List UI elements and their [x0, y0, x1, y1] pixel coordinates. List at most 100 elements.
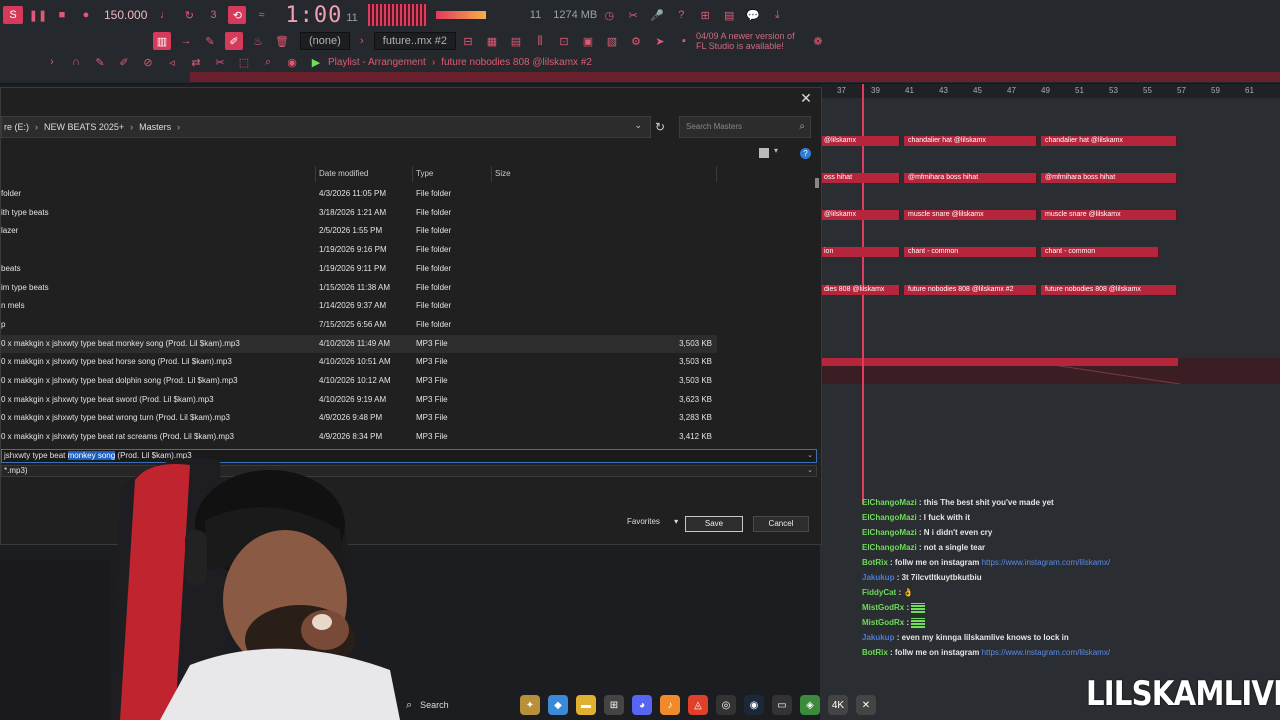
playlist-clip[interactable]: future nobodies 808 @lilskamx — [1041, 285, 1177, 295]
metronome-icon[interactable]: ♩ — [156, 6, 174, 24]
delete-icon[interactable]: 🗑 — [273, 32, 291, 50]
paint-icon[interactable]: ♨ — [249, 32, 267, 50]
capcut-icon[interactable]: ✕ — [856, 695, 876, 715]
countdown-icon[interactable]: 3 — [204, 6, 222, 24]
column-divider[interactable] — [716, 166, 717, 182]
zoom-tool-icon[interactable]: ⌕ — [259, 53, 277, 71]
chat-username[interactable]: MistGodRx — [862, 603, 904, 612]
pencil-icon[interactable]: ✎ — [201, 32, 219, 50]
history-icon[interactable]: ◷ — [600, 6, 618, 24]
playlist-clip[interactable]: @mfmihara boss hihat — [1041, 173, 1177, 183]
store-icon[interactable]: ⊞ — [604, 695, 624, 715]
file-row[interactable]: 0 x makkgin x jshxwty type beat sword (P… — [1, 391, 717, 409]
pattern-menu-icon[interactable]: ⊟ — [459, 32, 477, 50]
column-divider[interactable] — [491, 166, 492, 182]
file-row[interactable]: n mels 1/14/2026 9:37 AM File folder — [1, 297, 717, 315]
tools-icon[interactable]: ✂ — [624, 6, 642, 24]
pause-icon[interactable]: ❚❚ — [29, 6, 47, 24]
automation-clip[interactable] — [820, 358, 1178, 366]
favorites-dropdown[interactable]: Favorites ▾ — [627, 517, 678, 526]
scrollbar[interactable] — [815, 178, 819, 188]
file-row[interactable]: lazer 2/5/2026 1:55 PM File folder — [1, 222, 717, 240]
playlist-clip[interactable]: chant - common — [1041, 247, 1159, 257]
playlist-clip[interactable]: muscle snare @lilskamx — [1041, 210, 1177, 220]
update-notice[interactable]: 04/09 A newer version of FL Studio is av… — [696, 31, 806, 51]
file-explorer-icon[interactable]: ▬ — [576, 695, 596, 715]
cancel-button[interactable]: Cancel — [753, 516, 809, 532]
pattern-name-selector[interactable]: future..mx #2 — [373, 32, 456, 50]
chat-username[interactable]: ElChangoMazi — [862, 513, 917, 522]
playlist-clip[interactable]: dies 808 @lilskamx — [820, 285, 900, 295]
draw-tool-icon[interactable]: ✎ — [91, 53, 109, 71]
playlist-clip[interactable]: @lilskamx — [820, 210, 900, 220]
chat-username[interactable]: ElChangoMazi — [862, 498, 917, 507]
column-date[interactable]: Date modified — [319, 169, 368, 178]
help-icon[interactable]: ? — [672, 6, 690, 24]
file-row[interactable]: 1/19/2026 9:16 PM File folder — [1, 241, 717, 259]
file-row[interactable]: ith type beats 3/18/2026 1:21 AM File fold… — [1, 204, 717, 222]
save-button[interactable]: Save — [685, 516, 743, 532]
channel-rack-icon[interactable]: ▦ — [483, 32, 501, 50]
playlist-timeline-bar[interactable] — [190, 72, 1280, 82]
help-icon[interactable]: ? — [800, 148, 811, 159]
playlist-clip[interactable]: future nobodies 808 @lilskamx #2 — [904, 285, 1037, 295]
playlist-menu-icon[interactable]: › — [43, 53, 61, 71]
loop-record-icon[interactable]: ⟲ — [228, 6, 247, 24]
magnet-icon[interactable]: ∩ — [67, 53, 85, 71]
browser-icon[interactable]: ▤ — [720, 6, 738, 24]
file-row[interactable]: beats 1/19/2026 9:11 PM File folder — [1, 260, 717, 278]
stop-icon[interactable]: ■ — [53, 6, 71, 24]
steam-icon[interactable]: ◉ — [744, 695, 764, 715]
chat-link[interactable]: https://www.instagram.com/lilskamx/ — [982, 648, 1110, 657]
copilot-icon[interactable]: ◆ — [548, 695, 568, 715]
chat-username[interactable]: Jakukup — [862, 633, 894, 642]
file-row[interactable]: im type beats 1/15/2026 11:38 AM File fold… — [1, 279, 717, 297]
playlist-clip[interactable]: chandalier hat @lilskamx — [904, 136, 1037, 146]
mute-tool-icon[interactable]: ◃ — [163, 53, 181, 71]
taskbar-search[interactable]: ⌕ Search — [406, 693, 516, 717]
slice-tool-icon[interactable]: ✂ — [211, 53, 229, 71]
playlist-clip[interactable]: muscle snare @lilskamx — [904, 210, 1037, 220]
refresh-icon[interactable]: ↻ — [651, 116, 669, 138]
chat-username[interactable]: BotRix — [862, 558, 888, 567]
file-row[interactable]: 0 x makkgin x jshxwty type beat monkey s… — [1, 334, 717, 353]
arrow-icon[interactable]: → — [177, 32, 195, 50]
add-pattern-icon[interactable]: › — [353, 32, 371, 50]
song-mode-button[interactable]: S — [3, 6, 23, 24]
widget-icon[interactable]: ✦ — [520, 695, 540, 715]
brave-icon[interactable]: ◬ — [688, 695, 708, 715]
chat-username[interactable]: ElChangoMazi — [862, 528, 917, 537]
slip-tool-icon[interactable]: ⇄ — [187, 53, 205, 71]
chat-username[interactable]: MistGodRx — [862, 618, 904, 627]
chevron-down-icon[interactable]: ⌄ — [634, 120, 642, 131]
play-arrangement-icon[interactable]: ▶ — [307, 53, 325, 71]
playlist-clip[interactable]: chant - common — [904, 247, 1037, 257]
delete-tool-icon[interactable]: ⊘ — [139, 53, 157, 71]
file-row[interactable]: folder 4/3/2026 11:05 PM File folder — [1, 185, 717, 203]
view-options-icon[interactable] — [759, 148, 769, 158]
notice-icon[interactable]: ▪ — [675, 32, 693, 50]
playlist-clip[interactable]: chandalier hat @lilskamx — [1041, 136, 1177, 146]
playlist-clip[interactable]: ion — [820, 247, 900, 257]
playlist-icon[interactable]: ▧ — [603, 32, 621, 50]
chat-username[interactable]: ElChangoMazi — [862, 543, 917, 552]
discord-icon[interactable]: ◕ — [632, 695, 652, 715]
chevron-down-icon[interactable]: ⌄ — [807, 466, 813, 476]
playlist-clip[interactable]: @lilskamx — [820, 136, 900, 146]
mixer-icon[interactable]: ▥ — [153, 32, 171, 50]
playlist-clip[interactable]: @mfmihara boss hihat — [904, 173, 1037, 183]
download-icon[interactable]: ⤓ — [768, 6, 786, 24]
wait-icon[interactable]: ↻ — [180, 6, 198, 24]
select-tool-icon[interactable]: ⬚ — [235, 53, 253, 71]
brush-tool-icon[interactable]: ✐ — [115, 53, 133, 71]
fl-logo-icon[interactable]: ❁ — [809, 32, 827, 50]
game-icon[interactable]: ◈ — [800, 695, 820, 715]
close-icon[interactable]: ✕ — [797, 90, 815, 108]
pattern-selector[interactable]: (none) — [300, 32, 350, 50]
playlist-clip[interactable]: oss hihat — [820, 173, 900, 183]
file-row[interactable]: 0 x makkgin x jshxwty type beat horse so… — [1, 353, 717, 371]
breadcrumb-drive[interactable]: re (E:) — [4, 122, 29, 132]
settings-icon[interactable]: ⚙ — [627, 32, 645, 50]
plugin-icon[interactable]: ⊞ — [696, 6, 714, 24]
record-icon[interactable]: ● — [77, 6, 95, 24]
